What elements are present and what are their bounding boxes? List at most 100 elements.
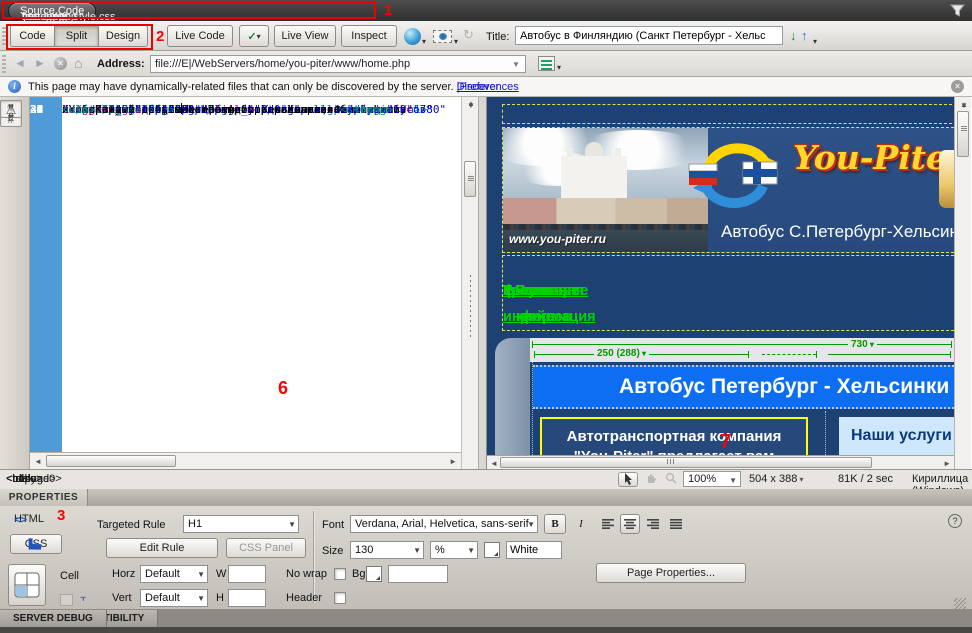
more-options-icon[interactable]: » <box>2 107 20 129</box>
size-unit-select[interactable]: %▼ <box>430 541 478 559</box>
text-color-field[interactable] <box>506 541 562 559</box>
file-get-icon[interactable]: ↓ <box>790 28 797 43</box>
page-rounded-corner <box>495 338 530 469</box>
text-color-swatch[interactable] <box>484 542 500 558</box>
site-nav-menu: Главная | Услуги и цены | Транспорт | Ра… <box>502 255 954 331</box>
no-wrap-checkbox[interactable] <box>334 568 346 580</box>
scroll-right-arrow[interactable]: ► <box>449 457 457 466</box>
file-management-dropdown-arrow[interactable]: ▾ <box>813 37 817 46</box>
live-code-button[interactable]: Live Code <box>167 25 233 47</box>
browser-list-icon[interactable] <box>538 56 555 71</box>
height-field[interactable] <box>228 589 266 607</box>
refresh-icon: ↻ <box>463 27 474 43</box>
live-view-button[interactable]: Live View <box>274 25 336 47</box>
design-vertical-scrollbar[interactable]: ▲ ▼ <box>954 97 971 469</box>
font-select[interactable]: Verdana, Arial, Helvetica, sans-serif▼ <box>350 515 538 533</box>
site-header-image[interactable]: www.you-piter.ru <box>502 127 954 253</box>
services-box[interactable]: Наши услуги <box>839 417 954 455</box>
address-input[interactable] <box>150 55 526 73</box>
nav-link[interactable]: Гостевая книга <box>503 278 568 330</box>
browser-list-dropdown-arrow[interactable]: ▾ <box>557 63 561 72</box>
preferences-link[interactable]: Preferences <box>459 81 518 93</box>
table-width-bar[interactable]: 730 250 (288) <box>530 338 954 362</box>
targeted-rule-label: Targeted Rule <box>97 519 166 531</box>
window-size-select[interactable]: 504 x 388 <box>749 473 804 485</box>
toolbar-grip[interactable] <box>2 55 6 73</box>
size-label: Size <box>322 545 343 557</box>
align-center-icon[interactable] <box>620 514 640 534</box>
select-tool[interactable] <box>618 472 638 487</box>
site-tagline: Автобус С.Петербург-Хельсинки <box>721 222 954 242</box>
check-browser-compatibility-button[interactable]: ✓▾ <box>239 25 269 47</box>
align-justify-icon[interactable] <box>666 514 686 534</box>
back-icon[interactable]: ◄ <box>14 56 26 70</box>
stop-icon[interactable]: ✕ <box>54 57 67 70</box>
panel-resize-grip[interactable] <box>954 598 966 610</box>
title-input[interactable] <box>515 26 783 45</box>
results-tab-server-debug[interactable]: SERVER DEBUG <box>0 610 107 627</box>
css-panel-button: CSS Panel <box>226 538 306 558</box>
zoom-tool[interactable] <box>661 472 681 487</box>
code-vertical-scrollbar[interactable]: ▲ ▼ <box>461 97 478 469</box>
horz-select[interactable]: Default▼ <box>140 565 208 583</box>
forward-icon[interactable]: ► <box>34 56 46 70</box>
address-dropdown-arrow[interactable]: ▼ <box>512 60 520 69</box>
bg-color-swatch[interactable] <box>366 566 382 582</box>
html-mode-button[interactable]: <>HTML <box>14 513 44 525</box>
hand-tool[interactable] <box>641 472 661 487</box>
close-icon[interactable]: ✕ <box>951 80 964 93</box>
preview-in-browser-icon[interactable] <box>404 28 421 45</box>
code-design-splitter[interactable] <box>478 97 487 469</box>
line-number-gutter: 2021222324252627282930313233343536373839… <box>30 97 62 452</box>
scrollbar-thumb[interactable] <box>46 455 176 467</box>
properties-panel-tab[interactable]: PROPERTIES <box>0 489 88 506</box>
align-right-icon[interactable] <box>643 514 663 534</box>
inspect-button[interactable]: Inspect <box>341 25 397 47</box>
info-icon: i <box>8 80 21 93</box>
font-label: Font <box>322 519 344 531</box>
column-width-730[interactable]: 730 <box>848 339 877 350</box>
header-checkbox[interactable] <box>334 592 346 604</box>
edit-rule-button[interactable]: Edit Rule <box>106 538 218 558</box>
italic-button[interactable]: I <box>570 514 592 534</box>
site-logo-text: You-Piter <box>793 138 954 177</box>
visual-aids-dropdown-arrow[interactable]: ▾ <box>454 37 458 46</box>
help-icon[interactable]: ? <box>948 514 962 528</box>
scroll-down-arrow[interactable]: ▼ <box>467 101 475 467</box>
size-select[interactable]: 130▼ <box>350 541 424 559</box>
css-mode-button[interactable]: ▙▄CSS <box>10 534 62 554</box>
bold-button[interactable]: B <box>544 514 566 534</box>
file-put-icon[interactable]: ↑ <box>801 28 808 43</box>
scroll-left-arrow[interactable]: ◄ <box>490 459 498 468</box>
scroll-down-arrow[interactable]: ▼ <box>960 101 968 464</box>
home-icon[interactable]: ⌂ <box>74 55 82 71</box>
page-properties-button[interactable]: Page Properties... <box>596 563 746 583</box>
code-horizontal-scrollbar[interactable]: ◄ ► <box>30 452 461 469</box>
design-horizontal-scrollbar[interactable]: ◄ ► <box>487 455 954 469</box>
code-editor[interactable]: cellspacing="0"> <tr> <td><img src="imag… <box>62 97 461 452</box>
scroll-right-arrow[interactable]: ► <box>943 459 951 468</box>
design-view[interactable]: www.you-piter.ru <box>487 97 954 469</box>
scrollbar-thumb[interactable] <box>500 457 872 468</box>
tag-selector-item[interactable]: <h1> <box>6 473 31 485</box>
align-left-icon[interactable] <box>598 514 618 534</box>
filter-icon[interactable] <box>950 4 965 17</box>
preview-dropdown-arrow[interactable]: ▾ <box>422 37 426 46</box>
dreamweaver-window: Source Code you_piter_style.cssmeta.phph… <box>0 0 972 633</box>
page-heading[interactable]: Автобус Петербург - Хельсинки <box>533 365 954 409</box>
scroll-left-arrow[interactable]: ◄ <box>34 457 42 466</box>
vert-select[interactable]: Default▼ <box>140 589 208 607</box>
split-cell-icon[interactable]: ⫟ <box>80 592 87 605</box>
annotation-box-1 <box>2 1 376 19</box>
bg-color-field[interactable] <box>388 565 448 583</box>
document-size-time: 81K / 2 sec <box>838 473 893 485</box>
width-field[interactable] <box>228 565 266 583</box>
horz-label: Horz <box>112 568 135 580</box>
annotation-number-3: 3 <box>57 507 65 524</box>
header-label: Header <box>286 592 322 604</box>
targeted-rule-select[interactable]: H1▼ <box>183 515 299 533</box>
merge-cells-icon <box>60 594 73 606</box>
visual-aids-icon[interactable] <box>433 30 452 43</box>
magnification-select[interactable]: 100%▼ <box>683 471 741 487</box>
column-width-250[interactable]: 250 (288) <box>594 348 649 359</box>
